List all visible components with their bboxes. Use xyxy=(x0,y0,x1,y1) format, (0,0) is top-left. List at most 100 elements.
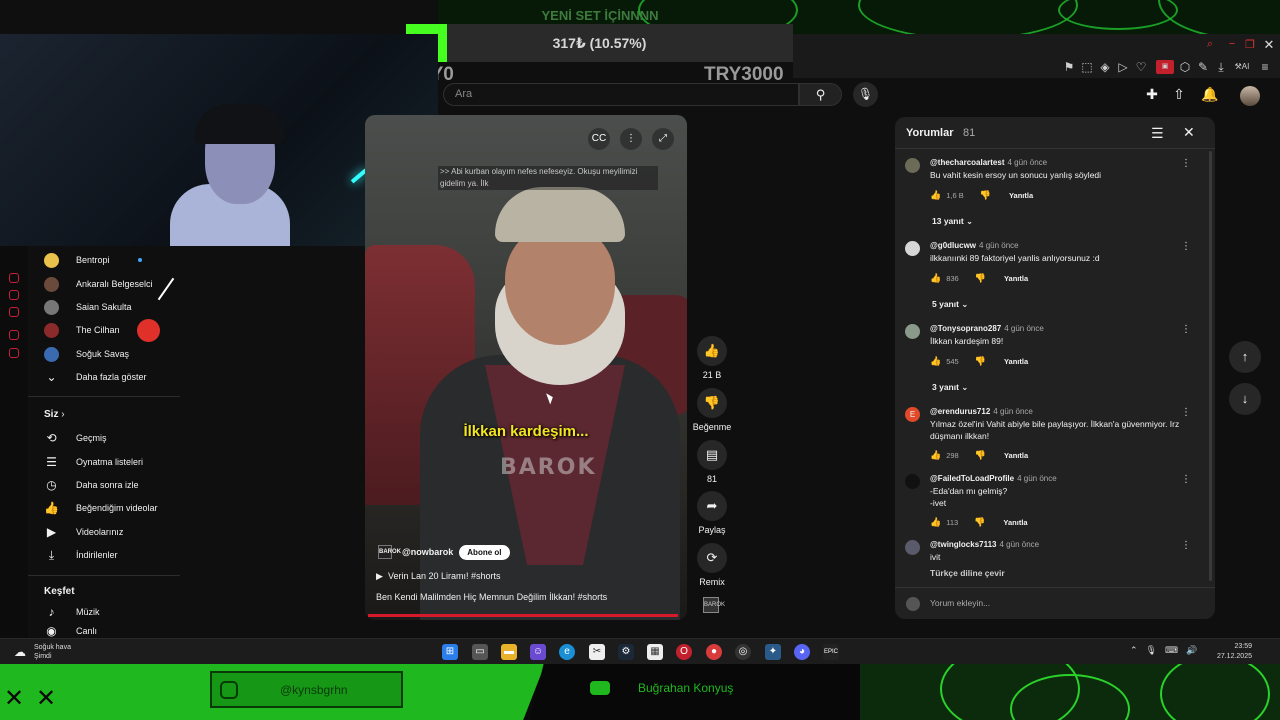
dislike-icon[interactable]: 👎 xyxy=(980,190,991,201)
dislike-button[interactable]: 👎 Beğenme xyxy=(688,388,736,432)
store-icon[interactable]: ▦ xyxy=(647,644,663,660)
comment-time[interactable]: 4 gün önce xyxy=(1000,540,1040,549)
search-input[interactable]: Ara xyxy=(443,83,799,106)
bell-icon[interactable]: 🔔 xyxy=(1201,86,1219,104)
remix-button[interactable]: ⟳ Remix xyxy=(693,543,731,587)
chevron-up-icon[interactable]: ⌃ xyxy=(1130,645,1138,656)
comment-time[interactable]: 4 gün önce xyxy=(979,241,1019,250)
replies-toggle[interactable]: 13 yanıt ⌄ xyxy=(932,216,973,227)
comment-author[interactable]: @erendurus712 xyxy=(930,407,990,416)
fullscreen-icon[interactable]: ⤢ xyxy=(652,128,674,150)
sidebar-item-subscription[interactable]: Saian Sakulta xyxy=(44,297,132,317)
like-icon[interactable]: 👍 xyxy=(930,517,941,528)
close-icon[interactable]: ✕ xyxy=(1183,124,1195,141)
comments-button[interactable]: ▤ 81 xyxy=(693,440,731,484)
replies-toggle[interactable]: 3 yanıt ⌄ xyxy=(932,382,968,393)
sort-icon[interactable]: ☰ xyxy=(1151,125,1164,142)
sidebar-item-live[interactable]: ◉ Canlı xyxy=(44,624,97,638)
play-icon[interactable]: ▷ xyxy=(1116,60,1130,74)
steam-icon[interactable]: ⚙ xyxy=(618,644,634,660)
strip-app-icon[interactable] xyxy=(9,330,19,340)
screenshot-icon[interactable]: ⬚ xyxy=(1080,60,1094,74)
obs-icon[interactable]: ◎ xyxy=(735,644,751,660)
subscribe-button[interactable]: Abone ol xyxy=(459,544,510,560)
edge-icon[interactable]: e xyxy=(559,644,575,660)
avatar[interactable] xyxy=(905,474,920,489)
bookmark-icon[interactable]: ⚑ xyxy=(1062,60,1076,74)
shield-icon[interactable]: ◈ xyxy=(1098,60,1112,74)
reply-button[interactable]: Yanıtla xyxy=(1004,274,1028,283)
opera-gx-icon[interactable]: O xyxy=(676,644,692,660)
strip-app-icon[interactable] xyxy=(9,273,19,283)
network-app-icon[interactable]: ✦ xyxy=(765,644,781,660)
comment-author[interactable]: @Tonysoprano287 xyxy=(930,324,1001,333)
puzzle-icon[interactable]: ✎ xyxy=(1196,60,1210,74)
sidebar-item-subscription[interactable]: Ankaralı Belgeselci xyxy=(44,274,153,294)
strip-app-icon[interactable] xyxy=(9,348,19,358)
comment-author[interactable]: @g0dlucww xyxy=(930,241,976,250)
sidebar-item-liked-videos[interactable]: 👍 Beğendiğim videolar xyxy=(44,498,158,518)
window-close-button[interactable]: ✕ xyxy=(1262,37,1276,52)
reply-button[interactable]: Yanıtla xyxy=(1004,451,1028,460)
sidebar-item-subscription[interactable]: The Cilhan xyxy=(44,320,120,340)
more-icon[interactable]: ⋮ xyxy=(620,128,642,150)
more-icon[interactable]: ⋮ xyxy=(1181,407,1191,418)
dislike-icon[interactable]: 👎 xyxy=(975,273,986,284)
reply-button[interactable]: Yanıtla xyxy=(1004,357,1028,366)
epic-games-icon[interactable]: EPIC xyxy=(823,644,839,660)
like-icon[interactable]: 👍 xyxy=(930,190,941,201)
more-icon[interactable]: ⋮ xyxy=(1181,474,1191,485)
discord-icon[interactable]: ◕ xyxy=(794,644,810,660)
avatar[interactable] xyxy=(905,158,920,173)
heart-icon[interactable]: ♡ xyxy=(1134,60,1148,74)
comments-scrollbar[interactable] xyxy=(1209,151,1212,581)
sidebar-item-subscription[interactable]: Soğuk Savaş xyxy=(44,344,129,364)
start-icon[interactable]: ⊞ xyxy=(442,644,458,660)
comment-author[interactable]: @FailedToLoadProfile xyxy=(930,474,1014,483)
you-heading[interactable]: Siz › xyxy=(44,409,65,420)
menu-icon[interactable]: ≡ xyxy=(1258,60,1272,74)
like-icon[interactable]: 👍 xyxy=(930,356,941,367)
dislike-icon[interactable]: 👎 xyxy=(975,356,986,367)
weather-widget[interactable]: ☁ Soğuk hava Şimdi xyxy=(14,643,71,661)
create-icon[interactable]: ✚ xyxy=(1143,86,1161,104)
sidebar-item-downloads[interactable]: ⤓ İndirilenler xyxy=(44,545,118,565)
mic-icon[interactable]: 🎙 xyxy=(1146,645,1157,656)
more-icon[interactable]: ⋮ xyxy=(1181,158,1191,169)
cube-icon[interactable]: ⬡ xyxy=(1178,60,1192,74)
avatar[interactable] xyxy=(905,540,920,555)
sidebar-item-watch-later[interactable]: ◷ Daha sonra izle xyxy=(44,475,138,495)
dislike-icon[interactable]: 👎 xyxy=(975,450,986,461)
volume-icon[interactable]: 🔊 xyxy=(1186,645,1197,656)
channel-name[interactable]: @nowbarok xyxy=(402,547,453,557)
window-min-icon[interactable]: ⌕ xyxy=(1203,38,1217,52)
ai-icon[interactable]: ⚒AI xyxy=(1232,60,1252,74)
recording-icon[interactable]: ● xyxy=(706,644,722,660)
audio-thumbnail[interactable]: BAROK xyxy=(703,597,725,613)
more-icon[interactable]: ⋮ xyxy=(1181,241,1191,252)
show-more-button[interactable]: ⌄ Daha fazla göster xyxy=(44,367,146,387)
comment-time[interactable]: 4 gün önce xyxy=(1008,158,1048,167)
sidebar-item-music[interactable]: ♪ Müzik xyxy=(44,602,100,622)
comment-author[interactable]: @thecharcoalartest xyxy=(930,158,1005,167)
capcut-icon[interactable]: ✂ xyxy=(589,644,605,660)
search-icon[interactable]: ⚲ xyxy=(799,83,842,106)
replies-toggle[interactable]: 5 yanıt ⌄ xyxy=(932,299,968,310)
avatar[interactable]: E xyxy=(905,407,920,422)
like-icon[interactable]: 👍 xyxy=(930,273,941,284)
comment-input[interactable]: Yorum ekleyin... xyxy=(930,598,990,608)
sidebar-item-history[interactable]: ⟲ Geçmiş xyxy=(44,428,106,448)
system-clock[interactable]: 23:59 27.12.2025 xyxy=(1210,642,1252,662)
file-explorer-icon[interactable]: ▬ xyxy=(501,644,517,660)
more-icon[interactable]: ⋮ xyxy=(1181,540,1191,551)
window-minimize-button[interactable]: − xyxy=(1225,38,1239,52)
previous-short-button[interactable]: ↑ xyxy=(1229,341,1261,373)
sidebar-item-playlists[interactable]: ☰ Oynatma listeleri xyxy=(44,452,143,472)
share-button[interactable]: ➦ Paylaş xyxy=(693,491,731,535)
comment-time[interactable]: 4 gün önce xyxy=(993,407,1033,416)
channel-avatar[interactable]: BAROK xyxy=(378,545,401,559)
comment-author[interactable]: @twinglocks7113 xyxy=(930,540,997,549)
more-icon[interactable]: ⋮ xyxy=(1181,324,1191,335)
next-short-button[interactable]: ↓ xyxy=(1229,383,1261,415)
video-title[interactable]: Ben Kendi Malilmden Hiç Memnun Değilim İ… xyxy=(376,592,607,602)
